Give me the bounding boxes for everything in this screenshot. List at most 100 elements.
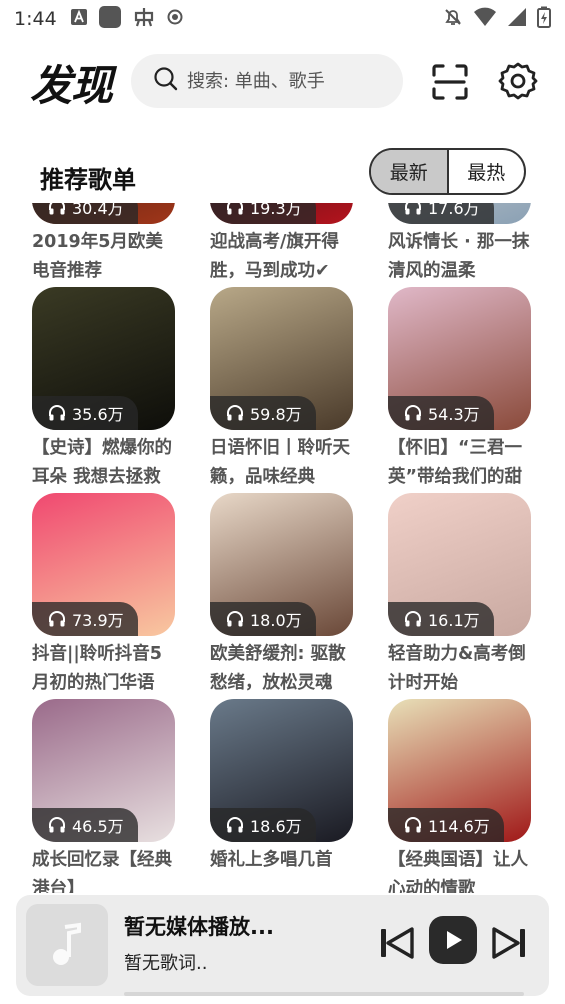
playlist-card[interactable]: 46.5万成长回忆录【经典港台】: [32, 699, 177, 893]
playlist-cover[interactable]: 17.6万: [388, 203, 531, 224]
playlist-card[interactable]: 59.8万日语怀旧丨聆听天籁，品味经典: [210, 287, 355, 492]
play-count-badge: 73.9万: [32, 602, 138, 636]
section-title: 推荐歌单: [40, 166, 136, 194]
tab-newest[interactable]: 最新: [371, 150, 449, 193]
play-count: 30.4万: [72, 203, 124, 218]
search-icon: [153, 66, 179, 96]
playlist-cover[interactable]: 46.5万: [32, 699, 175, 842]
playlist-title: 抖音||聆听抖音5月初的热门华语: [32, 644, 162, 693]
headphones-icon: [49, 203, 65, 215]
playlist-card[interactable]: 18.6万婚礼上多唱几首: [210, 699, 355, 893]
music-note-icon: [53, 922, 81, 965]
player-lyric: 暂无歌词..: [124, 953, 208, 974]
play-count: 18.6万: [250, 817, 302, 836]
play-count-badge: 46.5万: [32, 808, 138, 842]
play-count: 35.6万: [72, 405, 124, 424]
status-bar: 1:44: [0, 0, 565, 38]
playlist-title: 【怀旧】“三君一英”带给我们的甜蜜: [388, 438, 523, 487]
play-count: 59.8万: [250, 405, 302, 424]
mute-bell-icon: [443, 7, 463, 31]
playlist-cover[interactable]: 19.3万: [210, 203, 353, 224]
playlist-card[interactable]: 18.0万欧美舒缓剂: 驱散愁绪，放松灵魂: [210, 493, 355, 698]
play-count: 46.5万: [72, 817, 124, 836]
play-count-badge: 30.4万: [32, 203, 138, 224]
playlist-cover[interactable]: 35.6万: [32, 287, 175, 430]
playlist-card[interactable]: 16.1万轻音助力&高考倒计时开始: [388, 493, 533, 698]
playlist-card[interactable]: 35.6万【史诗】燃爆你的耳朵 我想去拯救世界: [32, 287, 177, 492]
playlist-cover[interactable]: 16.1万: [388, 493, 531, 636]
play-count-badge: 16.1万: [388, 602, 494, 636]
progress-bar[interactable]: [124, 992, 524, 996]
playlist-title: 婚礼上多唱几首: [210, 850, 333, 870]
status-time: 1:44: [14, 8, 57, 30]
settings-gear-icon: [498, 62, 538, 100]
play-button[interactable]: [429, 916, 477, 964]
playlist-title: 【经典国语】让人心动的情歌: [388, 850, 528, 893]
headphones-icon: [49, 611, 65, 627]
play-count-badge: 54.3万: [388, 396, 494, 430]
playlist-card[interactable]: 54.3万【怀旧】“三君一英”带给我们的甜蜜: [388, 287, 533, 492]
headphones-icon: [405, 203, 421, 215]
play-count-badge: 18.6万: [210, 808, 316, 842]
search-input[interactable]: [187, 70, 387, 92]
page-title: 发现: [30, 61, 113, 110]
play-count-badge: 114.6万: [388, 808, 504, 842]
playlist-title: 轻音助力&高考倒计时开始: [388, 644, 526, 693]
scan-icon: [432, 64, 468, 100]
playlist-card[interactable]: 17.6万 风诉情长 · 那一抹清风的温柔: [388, 203, 533, 286]
playlist-grid: 30.4万 2019年5月欧美电音推荐 19.3万 迎战高考/旗开得胜，马到成功✔ 17…: [0, 203, 565, 893]
play-count: 73.9万: [72, 611, 124, 630]
headphones-icon: [49, 405, 65, 421]
battery-charging-icon: [537, 6, 551, 32]
headphones-icon: [227, 817, 243, 833]
header: 发现: [0, 50, 565, 112]
playlist-card[interactable]: 73.9万抖音||聆听抖音5月初的热门华语: [32, 493, 177, 698]
scan-button[interactable]: [430, 62, 470, 102]
tab-hottest[interactable]: 最热: [449, 150, 525, 193]
playlist-cover[interactable]: 59.8万: [210, 287, 353, 430]
play-count-badge: 18.0万: [210, 602, 316, 636]
mini-player[interactable]: 暂无媒体播放... 暂无歌词..: [16, 895, 549, 996]
playlist-card[interactable]: 114.6万【经典国语】让人心动的情歌: [388, 699, 533, 893]
skip-previous-icon: [381, 927, 414, 959]
playlist-cover[interactable]: 18.0万: [210, 493, 353, 636]
playlist-title: 日语怀旧丨聆听天籁，品味经典: [210, 438, 350, 487]
headphones-icon: [227, 405, 243, 421]
headphones-icon: [227, 203, 243, 215]
play-count: 54.3万: [428, 405, 480, 424]
play-count-badge: 35.6万: [32, 396, 138, 430]
headphones-icon: [227, 611, 243, 627]
playlist-cover[interactable]: 30.4万: [32, 203, 175, 224]
playlist-cover[interactable]: 54.3万: [388, 287, 531, 430]
playlist-title: 2019年5月欧美电音推荐: [32, 232, 163, 281]
playlist-cover[interactable]: 114.6万: [388, 699, 531, 842]
record-icon: [167, 9, 183, 29]
play-count-badge: 19.3万: [210, 203, 316, 224]
headphones-icon: [405, 405, 421, 421]
play-count: 17.6万: [428, 203, 480, 218]
a-icon: [70, 9, 87, 29]
playlist-title: 欧美舒缓剂: 驱散愁绪，放松灵魂: [210, 644, 346, 693]
playlist-cover[interactable]: 73.9万: [32, 493, 175, 636]
skip-next-icon: [492, 927, 525, 959]
playlist-card[interactable]: 30.4万 2019年5月欧美电音推荐: [32, 203, 177, 286]
play-count: 19.3万: [250, 203, 302, 218]
play-count: 114.6万: [428, 817, 490, 836]
previous-button[interactable]: [378, 924, 416, 962]
headphones-icon: [405, 817, 421, 833]
player-title: 暂无媒体播放...: [124, 915, 274, 939]
play-icon: [447, 931, 462, 949]
signal-icon: [507, 7, 527, 31]
playlist-cover[interactable]: 18.6万: [210, 699, 353, 842]
app-square-icon: [98, 6, 121, 32]
play-count: 16.1万: [428, 611, 480, 630]
playlist-title: 【史诗】燃爆你的耳朵 我想去拯救世界: [32, 438, 172, 487]
playlist-title: 成长回忆录【经典港台】: [32, 850, 172, 893]
next-button[interactable]: [490, 924, 528, 962]
headphones-icon: [49, 817, 65, 833]
bug-icon: [133, 6, 155, 32]
settings-button[interactable]: [498, 61, 538, 101]
search-box[interactable]: [131, 54, 403, 108]
playlist-card[interactable]: 19.3万 迎战高考/旗开得胜，马到成功✔: [210, 203, 355, 286]
play-count: 18.0万: [250, 611, 302, 630]
